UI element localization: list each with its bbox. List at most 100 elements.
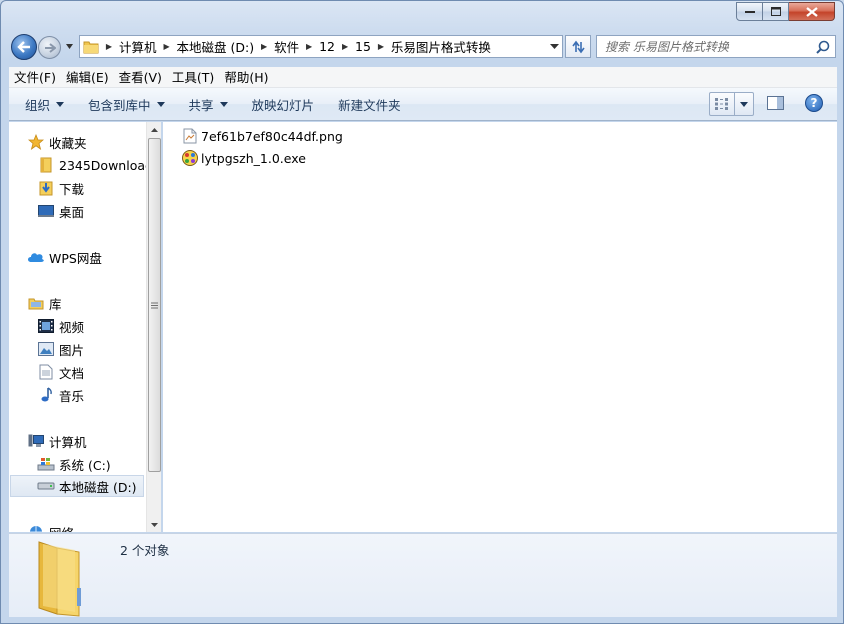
preview-pane-button[interactable] xyxy=(767,95,785,114)
change-view-control xyxy=(709,92,754,116)
item-count: 2 个对象 xyxy=(120,543,170,558)
nav-label: 2345Downloads xyxy=(59,157,160,173)
chevron-down-icon xyxy=(549,43,559,49)
document-icon xyxy=(37,363,55,381)
arrow-right-icon xyxy=(44,42,56,53)
chevron-right-icon[interactable]: ▶ xyxy=(302,42,316,51)
include-in-library-label: 包含到库中 xyxy=(88,97,151,113)
chevron-right-icon[interactable]: ▶ xyxy=(160,42,174,51)
breadcrumb-drive-d[interactable]: 本地磁盘 (D:) ▶ xyxy=(174,36,272,57)
nav-libraries[interactable]: 库 xyxy=(27,292,62,314)
nav-label: 系统 (C:) xyxy=(59,457,111,473)
breadcrumb-current-folder[interactable]: 乐易图片格式转换 xyxy=(388,36,494,57)
scroll-down-button[interactable] xyxy=(147,517,161,532)
nav-downloads[interactable]: 下载 xyxy=(37,177,84,199)
organize-button[interactable]: 组织 xyxy=(17,92,72,116)
nav-desktop[interactable]: 桌面 xyxy=(37,200,84,222)
slideshow-button[interactable]: 放映幻灯片 xyxy=(244,92,323,116)
nav-label: 视频 xyxy=(59,319,85,335)
file-item[interactable]: 7ef61b7ef80c44df.png xyxy=(181,126,343,146)
scroll-up-button[interactable] xyxy=(147,122,161,137)
back-button[interactable] xyxy=(11,34,37,60)
menu-view[interactable]: 查看(V) xyxy=(114,67,167,88)
menu-help[interactable]: 帮助(H) xyxy=(219,67,273,88)
chevron-right-icon: ▶ xyxy=(105,42,113,51)
nav-label: 图片 xyxy=(59,342,85,358)
nav-wps-cloud[interactable]: WPS网盘 xyxy=(27,246,102,268)
close-button[interactable] xyxy=(789,2,835,21)
menu-file[interactable]: 文件(F) xyxy=(9,67,61,88)
address-bar[interactable]: ▶ 计算机 ▶ 本地磁盘 (D:) ▶ 软件 ▶ 12 ▶ 15 ▶ 乐易图片格式转换 xyxy=(79,35,563,58)
minimize-button[interactable] xyxy=(736,2,763,21)
nav-label: 本地磁盘 (D:) xyxy=(59,479,137,495)
view-options-dropdown[interactable] xyxy=(735,93,753,115)
star-icon xyxy=(27,133,45,151)
breadcrumb-label: 本地磁盘 (D:) xyxy=(176,40,255,55)
include-in-library-button[interactable]: 包含到库中 xyxy=(80,92,173,116)
file-item[interactable]: lytpgszh_1.0.exe xyxy=(181,148,306,168)
desktop-icon xyxy=(37,202,55,220)
breadcrumb-root-separator[interactable]: ▶ xyxy=(102,36,116,57)
nav-label: 音乐 xyxy=(59,388,85,404)
change-view-button[interactable] xyxy=(710,93,736,115)
chevron-right-icon[interactable]: ▶ xyxy=(257,42,271,51)
nav-pictures[interactable]: 图片 xyxy=(37,338,84,360)
refresh-button[interactable] xyxy=(565,35,591,58)
app-exe-icon xyxy=(181,149,199,167)
nav-2345downloads[interactable]: 2345Downloads xyxy=(37,154,159,176)
nav-label: 文档 xyxy=(59,365,85,381)
picture-icon xyxy=(37,340,55,358)
breadcrumb-15[interactable]: 15 ▶ xyxy=(352,36,388,57)
menu-edit[interactable]: 编辑(E) xyxy=(61,67,114,88)
breadcrumb-label: 乐易图片格式转换 xyxy=(390,40,491,55)
command-bar: 组织 包含到库中 共享 放映幻灯片 新建文件夹 ? xyxy=(9,88,837,121)
slideshow-label: 放映幻灯片 xyxy=(251,97,315,113)
share-button[interactable]: 共享 xyxy=(181,92,236,116)
chevron-right-icon[interactable]: ▶ xyxy=(338,42,352,51)
breadcrumb-software[interactable]: 软件 ▶ xyxy=(271,36,316,57)
new-folder-button[interactable]: 新建文件夹 xyxy=(330,92,409,116)
breadcrumb-label: 软件 xyxy=(274,40,300,55)
chevron-down-icon xyxy=(740,101,749,107)
breadcrumb-12[interactable]: 12 ▶ xyxy=(316,36,352,57)
scroll-thumb[interactable] xyxy=(148,138,161,472)
organize-label: 组织 xyxy=(25,97,51,113)
chevron-down-icon xyxy=(156,101,165,107)
library-icon xyxy=(27,294,45,312)
network-icon xyxy=(27,523,45,532)
search-icon[interactable] xyxy=(816,40,830,54)
help-button[interactable]: ? xyxy=(805,94,823,112)
search-input[interactable] xyxy=(597,36,807,57)
nav-music[interactable]: 音乐 xyxy=(37,384,84,406)
nav-drive-c[interactable]: 系统 (C:) xyxy=(37,453,111,475)
nav-label: 库 xyxy=(49,296,62,312)
nav-label: 桌面 xyxy=(59,204,85,220)
nav-computer[interactable]: 计算机 xyxy=(27,430,87,452)
breadcrumb-computer[interactable]: 计算机 ▶ xyxy=(116,36,174,57)
address-history-dropdown[interactable] xyxy=(546,36,562,57)
file-name: lytpgszh_1.0.exe xyxy=(201,150,306,166)
nav-label: 下载 xyxy=(59,181,85,197)
nav-label: 网络 xyxy=(49,523,74,533)
file-list-area: 7ef61b7ef80c44df.png lytpgszh_1.0.exe xyxy=(163,122,837,532)
cloud-icon xyxy=(27,248,45,266)
nav-documents[interactable]: 文档 xyxy=(37,361,84,383)
download-folder-icon xyxy=(37,179,55,197)
computer-icon xyxy=(27,432,45,450)
forward-button[interactable] xyxy=(38,36,61,59)
grip-icon xyxy=(151,302,158,308)
recent-pages-dropdown-icon[interactable] xyxy=(65,42,74,51)
nav-videos[interactable]: 视频 xyxy=(37,315,84,337)
chevron-right-icon[interactable]: ▶ xyxy=(374,42,388,51)
folder-large-icon xyxy=(38,541,81,617)
nav-drive-d[interactable]: 本地磁盘 (D:) xyxy=(10,475,144,497)
search-box xyxy=(596,35,836,58)
nav-pane-scrollbar[interactable] xyxy=(146,122,161,532)
close-icon xyxy=(805,6,818,17)
nav-network[interactable]: 网络 xyxy=(27,521,74,532)
nav-favorites[interactable]: 收藏夹 xyxy=(27,131,87,153)
refresh-icon xyxy=(572,40,585,53)
file-name: 7ef61b7ef80c44df.png xyxy=(201,128,343,144)
menu-tools[interactable]: 工具(T) xyxy=(167,67,219,88)
maximize-button[interactable] xyxy=(763,2,789,21)
